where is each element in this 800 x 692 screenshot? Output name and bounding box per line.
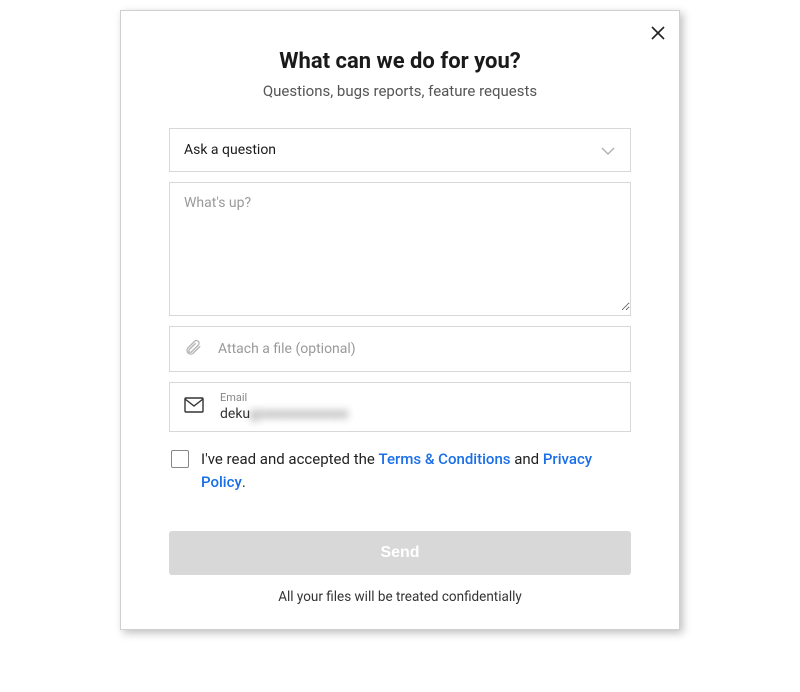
email-label: Email <box>220 391 348 404</box>
modal-title: What can we do for you? <box>169 49 631 74</box>
footer-note: All your files will be treated confident… <box>169 589 631 605</box>
paperclip-icon <box>184 338 202 360</box>
email-inner: Email dekugxxxxxxxxxxxxx <box>220 391 348 422</box>
attach-file-label: Attach a file (optional) <box>218 341 356 357</box>
topic-dropdown-label: Ask a question <box>184 142 276 158</box>
terms-link[interactable]: Terms & Conditions <box>379 450 511 468</box>
message-textarea[interactable] <box>170 183 630 311</box>
modal-subtitle: Questions, bugs reports, feature request… <box>169 82 631 100</box>
send-button[interactable]: Send <box>169 531 631 575</box>
email-value: dekugxxxxxxxxxxxxx <box>220 405 348 423</box>
topic-dropdown[interactable]: Ask a question <box>169 128 631 172</box>
email-field[interactable]: Email dekugxxxxxxxxxxxxx <box>169 382 631 432</box>
consent-checkbox[interactable] <box>171 450 189 468</box>
close-icon[interactable] <box>651 23 665 43</box>
chevron-down-icon <box>600 141 616 160</box>
contact-modal: What can we do for you? Questions, bugs … <box>120 10 680 630</box>
message-field-wrapper <box>169 182 631 316</box>
consent-row: I've read and accepted the Terms & Condi… <box>169 448 631 495</box>
consent-text: I've read and accepted the Terms & Condi… <box>201 448 629 495</box>
mail-icon <box>184 397 204 417</box>
attach-file-field[interactable]: Attach a file (optional) <box>169 326 631 372</box>
